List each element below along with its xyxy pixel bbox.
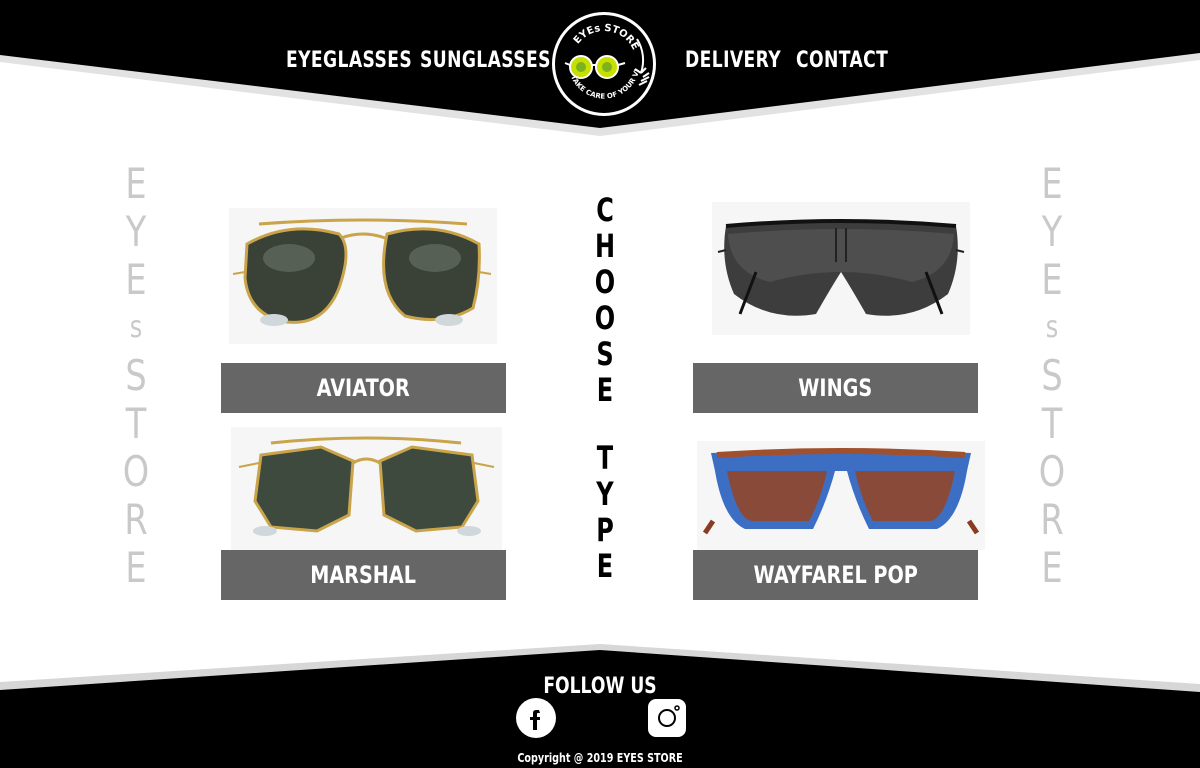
- instagram-icon: [648, 699, 686, 737]
- facebook-button[interactable]: [516, 698, 556, 738]
- side-letter: T: [1041, 399, 1063, 448]
- side-letter: Y: [125, 207, 147, 256]
- heading-letter: H: [594, 227, 616, 265]
- facebook-icon: [516, 698, 556, 738]
- wings-image[interactable]: [712, 202, 970, 335]
- shopping-cart-icon: [1156, 6, 1194, 38]
- wayfarel-pop-label: WAYFAREL POP: [753, 561, 918, 589]
- heading-letter: T: [596, 439, 614, 477]
- heading-letter: P: [596, 511, 614, 549]
- nav-sunglasses[interactable]: SUNGLASSES: [420, 48, 551, 73]
- heading-letter: O: [594, 299, 616, 337]
- wings-label: WINGS: [798, 374, 873, 402]
- copyright-text: Copyright @ 2019 EYES STORE: [517, 751, 683, 765]
- wayfarel-pop-image[interactable]: [697, 441, 985, 550]
- heading-letter: E: [596, 371, 614, 409]
- side-text-left: E Y E s S T O R E: [120, 160, 152, 592]
- store-logo[interactable]: EYEs STORE TAKE CARE OF YOUR VISION: [552, 12, 656, 116]
- follow-us-label: FOLLOW US: [543, 674, 657, 699]
- marshal-label: MARSHAL: [310, 561, 417, 589]
- side-letter: O: [122, 447, 150, 496]
- marshal-button[interactable]: MARSHAL: [221, 550, 506, 600]
- side-letter: O: [1038, 447, 1066, 496]
- heading-letter: O: [594, 263, 616, 301]
- side-letter: R: [124, 495, 148, 544]
- side-letter: E: [125, 159, 147, 208]
- side-letter: T: [125, 399, 147, 448]
- heading-letter: Y: [596, 475, 614, 513]
- side-letter: E: [1041, 159, 1063, 208]
- side-letter: S: [1041, 351, 1063, 400]
- side-letter: E: [125, 543, 147, 592]
- cart-button[interactable]: [1154, 4, 1194, 40]
- heading-letter: E: [596, 547, 614, 585]
- logo-top-text: EYEs STORE: [572, 23, 641, 52]
- side-letter: S: [125, 351, 147, 400]
- side-letter: E: [1041, 255, 1063, 304]
- wings-button[interactable]: WINGS: [693, 363, 978, 413]
- side-letter: E: [1041, 543, 1063, 592]
- choose-type-heading: C H O O S E T Y P E: [590, 192, 620, 584]
- heading-letter: S: [596, 335, 614, 373]
- side-letter: s: [1045, 310, 1059, 345]
- side-text-right: E Y E s S T O R E: [1036, 160, 1068, 592]
- side-letter: R: [1040, 495, 1064, 544]
- side-letter: Y: [1041, 207, 1063, 256]
- nav-eyeglasses[interactable]: EYEGLASSES: [286, 48, 412, 73]
- aviator-label: AVIATOR: [316, 374, 411, 402]
- heading-letter: C: [596, 191, 614, 229]
- aviator-button[interactable]: AVIATOR: [221, 363, 506, 413]
- nav-delivery[interactable]: DELIVERY: [685, 48, 781, 73]
- side-letter: E: [125, 255, 147, 304]
- wayfarel-pop-button[interactable]: WAYFAREL POP: [693, 550, 978, 600]
- nav-contact[interactable]: CONTACT: [796, 48, 888, 73]
- side-letter: s: [129, 310, 143, 345]
- instagram-button[interactable]: [647, 698, 687, 738]
- footer-bar: [0, 650, 1200, 768]
- marshal-image[interactable]: [231, 427, 502, 550]
- aviator-image[interactable]: [229, 208, 497, 344]
